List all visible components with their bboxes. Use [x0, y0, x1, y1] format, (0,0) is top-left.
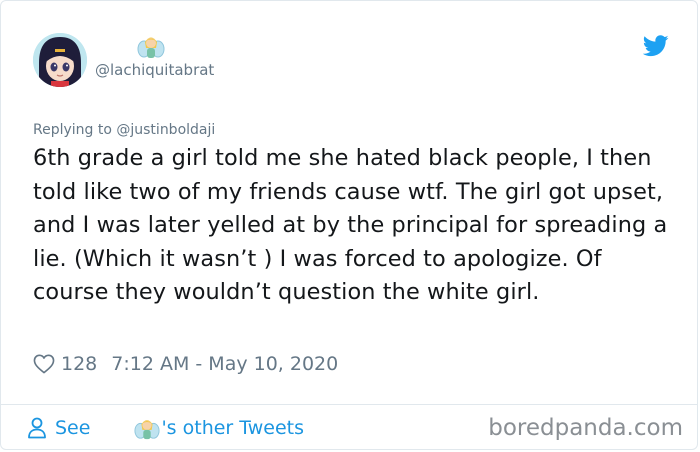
fairy-emoji [137, 37, 165, 58]
tweet-footer: See 's other Tweets [27, 413, 304, 443]
avatar[interactable] [33, 33, 87, 87]
avatar-image [33, 33, 87, 87]
see-link[interactable]: See [55, 417, 90, 439]
footer-divider [1, 404, 697, 405]
twitter-bird-icon[interactable] [643, 35, 669, 57]
tweet-timestamp[interactable]: 7:12 AM - May 10, 2020 [111, 353, 338, 375]
fairy-emoji [134, 420, 160, 440]
reply-context[interactable]: Replying to @justinboldaji [33, 122, 215, 138]
other-tweets-link[interactable]: 's other Tweets [161, 417, 304, 439]
tweet-card: @lachiquitabrat Replying to @justinbolda… [0, 0, 698, 450]
tweet-meta: 128 7:12 AM - May 10, 2020 [33, 351, 338, 377]
tweet-text: 6th grade a girl told me she hated black… [33, 145, 668, 306]
watermark: boredpanda.com [488, 415, 683, 441]
person-icon [28, 417, 46, 439]
user-handle[interactable]: @lachiquitabrat [95, 61, 214, 79]
heart-icon[interactable] [33, 354, 55, 374]
like-count: 128 [61, 353, 98, 375]
